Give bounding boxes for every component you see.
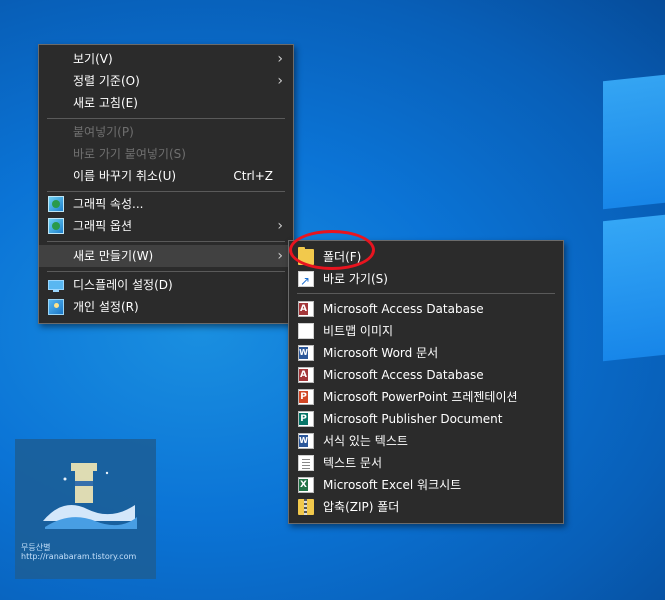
graphics-icon	[48, 218, 64, 234]
menu-separator	[47, 191, 285, 192]
new-submenu: 폴더(F) 바로 가기(S) Microsoft Access Database…	[288, 240, 564, 524]
shortcut-icon	[298, 270, 314, 292]
submenu-item-publisher[interactable]: Microsoft Publisher Document	[289, 408, 563, 430]
menu-item-undo-rename[interactable]: 이름 바꾸기 취소(U) Ctrl+Z	[39, 165, 293, 187]
menu-item-personalize[interactable]: 개인 설정(R)	[39, 296, 293, 318]
personalize-icon	[48, 299, 64, 315]
menu-item-graphics-options[interactable]: 그래픽 옵션 ›	[39, 215, 293, 237]
watermark-logo: 무등산별 http://ranabaram.tistory.com	[15, 439, 156, 579]
watermark-url: http://ranabaram.tistory.com	[21, 552, 137, 561]
menu-separator	[297, 293, 555, 294]
text-document-icon	[298, 455, 314, 471]
chevron-right-icon: ›	[277, 73, 283, 89]
submenu-item-access-database-2[interactable]: Microsoft Access Database	[289, 364, 563, 386]
bitmap-icon	[298, 323, 314, 339]
access-icon	[298, 301, 314, 317]
annotation-circle	[289, 230, 375, 270]
menu-item-new[interactable]: 새로 만들기(W) ›	[39, 245, 293, 267]
submenu-item-zip-folder[interactable]: 압축(ZIP) 폴더	[289, 496, 563, 518]
menu-separator	[47, 271, 285, 272]
chevron-right-icon: ›	[277, 51, 283, 67]
access-icon	[298, 367, 314, 383]
menu-item-sort-by[interactable]: 정렬 기준(O) ›	[39, 70, 293, 92]
submenu-item-word[interactable]: Microsoft Word 문서	[289, 342, 563, 364]
submenu-item-rich-text[interactable]: 서식 있는 텍스트	[289, 430, 563, 452]
lighthouse-icon	[43, 463, 137, 529]
chevron-right-icon: ›	[277, 248, 283, 264]
menu-item-paste-shortcut: 바로 가기 붙여넣기(S)	[73, 147, 186, 161]
graphics-icon	[48, 196, 64, 212]
desktop-context-menu: 보기(V) › 정렬 기준(O) › 새로 고침(E) 붙여넣기(P) 바로 가…	[38, 44, 294, 324]
rich-text-icon	[298, 433, 314, 449]
publisher-icon	[298, 411, 314, 427]
submenu-item-bitmap[interactable]: 비트맵 이미지	[289, 320, 563, 342]
display-icon	[48, 280, 64, 292]
submenu-item-access-database[interactable]: Microsoft Access Database	[289, 298, 563, 320]
menu-item-graphics-properties[interactable]: 그래픽 속성...	[39, 193, 293, 215]
menu-item-view[interactable]: 보기(V) ›	[39, 48, 293, 70]
submenu-item-excel[interactable]: Microsoft Excel 워크시트	[289, 474, 563, 496]
menu-item-display-settings[interactable]: 디스플레이 설정(D)	[39, 274, 293, 296]
submenu-item-shortcut[interactable]: 바로 가기(S)	[289, 268, 563, 292]
zip-folder-icon	[298, 499, 314, 515]
menu-separator	[47, 241, 285, 242]
powerpoint-icon	[298, 389, 314, 405]
shortcut-label: Ctrl+Z	[233, 169, 273, 183]
word-icon	[298, 345, 314, 361]
windows-logo-decoration	[595, 74, 665, 478]
submenu-item-powerpoint[interactable]: Microsoft PowerPoint 프레젠테이션	[289, 386, 563, 408]
excel-icon	[298, 477, 314, 493]
menu-item-refresh[interactable]: 새로 고침(E)	[39, 92, 293, 114]
submenu-item-text-document[interactable]: 텍스트 문서	[289, 452, 563, 474]
menu-item-paste: 붙여넣기(P)	[73, 125, 134, 139]
chevron-right-icon: ›	[277, 218, 283, 234]
menu-separator	[47, 118, 285, 119]
